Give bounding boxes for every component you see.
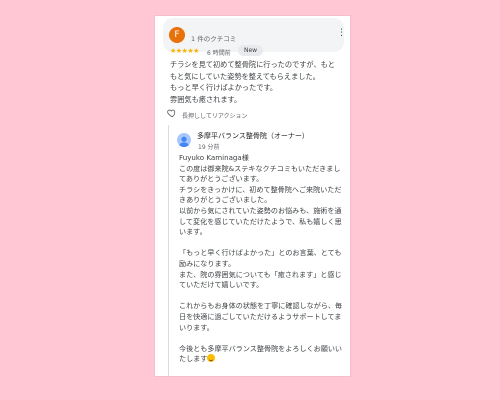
heart-icon[interactable] <box>167 108 177 118</box>
more-vert-icon[interactable]: ⋮ <box>337 29 346 38</box>
reply-thread-line <box>168 125 169 376</box>
owner-name: 多摩平バランス整骨院（オーナー） <box>197 132 309 140</box>
new-badge: New <box>238 45 264 56</box>
review-card: F 1 件のクチコミ ⋮ ★★★★★ 6 時間前 New チラシを見て初めて整骨… <box>155 16 350 376</box>
rating-stars: ★★★★★ <box>170 47 199 55</box>
review-time: 6 時間前 <box>207 50 231 57</box>
smiling-face-icon <box>207 354 216 363</box>
reply-time: 19 分前 <box>198 144 220 151</box>
reaction-hint[interactable]: 長押ししてリアクション <box>182 111 248 120</box>
owner-reply-body: Fuyuko Kaminaga様 この度は御来院&ステキなクチコミもいただきまし… <box>179 153 343 364</box>
reviewer-review-count: 1 件のクチコミ <box>191 35 237 43</box>
review-text: チラシを見て初めて整骨院に行ったのですが、もともと気にしていた姿勢を整えてもらえ… <box>170 60 335 104</box>
person-icon <box>179 136 189 147</box>
reviewer-avatar[interactable]: F <box>169 27 185 43</box>
owner-reply-text: Fuyuko Kaminaga様 この度は御来院&ステキなクチコミもいただきまし… <box>179 153 347 365</box>
owner-avatar <box>177 133 191 147</box>
